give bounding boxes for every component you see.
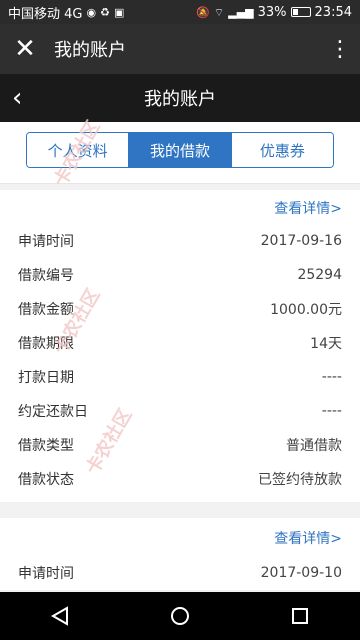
- more-vert-icon: ⋮: [329, 36, 351, 62]
- chevron-left-icon: ‹: [12, 83, 23, 113]
- list-item: 借款状态 已签约待放款: [0, 462, 360, 496]
- square-recents-icon: [292, 608, 308, 624]
- row-label: 借款状态: [18, 472, 74, 488]
- row-value: 14天: [310, 336, 342, 352]
- row-label: 借款编号: [18, 268, 74, 284]
- row-value: 2017-09-16: [260, 233, 342, 249]
- nav-home-button[interactable]: [150, 592, 210, 640]
- mute-icon: 🔕: [196, 5, 210, 19]
- row-value: ----: [321, 403, 342, 419]
- battery-icon: [290, 7, 311, 17]
- status-left: 中国移动 4G ◉ ♻ ▣: [8, 3, 124, 22]
- row-label: 申请时间: [18, 566, 74, 582]
- list-item: 借款类型 普通借款: [0, 428, 360, 462]
- loan-card: 查看详情> 申请时间 2017-09-10: [0, 518, 360, 590]
- row-label: 申请时间: [18, 234, 74, 250]
- wifi-hotspot-icon: ◉: [86, 5, 97, 19]
- row-value: ----: [321, 369, 342, 385]
- row-value: 25294: [297, 267, 342, 283]
- list-item: 借款金额 1000.00元: [0, 292, 360, 326]
- app-bar: ✕ 我的账户 ⋮: [0, 24, 360, 74]
- page-header: ‹ 我的账户: [0, 74, 360, 122]
- tab-coupons[interactable]: 优惠券: [230, 133, 333, 167]
- row-value: 2017-09-10: [260, 565, 342, 581]
- list-item: 申请时间 2017-09-10: [0, 556, 360, 590]
- row-value: 已签约待放款: [258, 472, 342, 488]
- list-item: 申请时间 2017-09-16: [0, 224, 360, 258]
- clock: 23:54: [314, 4, 352, 20]
- status-bar: 中国移动 4G ◉ ♻ ▣ 🔕 ⌔ ▂▄▆ 33% 23:54: [0, 0, 360, 24]
- loan-card: 查看详情> 申请时间 2017-09-16 借款编号 25294 借款金额 10…: [0, 190, 360, 502]
- nav-back-button[interactable]: [30, 592, 90, 640]
- row-label: 打款日期: [18, 370, 74, 386]
- battery-percent: 33%: [257, 4, 287, 20]
- more-button[interactable]: ⋮: [320, 37, 360, 62]
- image-icon: ▣: [113, 5, 125, 19]
- circle-home-icon: [171, 607, 189, 625]
- app-bar-title: 我的账户: [54, 40, 126, 61]
- row-label: 约定还款日: [18, 404, 88, 420]
- status-right: 🔕 ⌔ ▂▄▆ 33% 23:54: [196, 5, 352, 20]
- list-item: 借款编号 25294: [0, 258, 360, 292]
- view-details-link[interactable]: 查看详情>: [274, 528, 342, 548]
- row-value: 1000.00元: [270, 302, 342, 318]
- close-icon: ✕: [14, 34, 36, 64]
- close-button[interactable]: ✕: [0, 24, 50, 74]
- row-label: 借款类型: [18, 438, 74, 454]
- row-value: 普通借款: [286, 438, 342, 454]
- recycle-icon: ♻: [100, 5, 110, 19]
- list-item: 约定还款日 ----: [0, 394, 360, 428]
- triangle-back-icon: [51, 606, 68, 626]
- nav-recents-button[interactable]: [270, 592, 330, 640]
- view-details-link[interactable]: 查看详情>: [274, 198, 342, 218]
- system-nav-bar: [0, 592, 360, 640]
- tab-my-loans[interactable]: 我的借款: [128, 133, 231, 167]
- wifi-icon: ⌔: [213, 5, 225, 19]
- carrier-label: 中国移动 4G: [8, 6, 83, 22]
- back-button[interactable]: ‹: [12, 74, 22, 122]
- page-title: 我的账户: [144, 89, 216, 110]
- signal-icon: ▂▄▆: [228, 5, 254, 19]
- list-item: 打款日期 ----: [0, 360, 360, 394]
